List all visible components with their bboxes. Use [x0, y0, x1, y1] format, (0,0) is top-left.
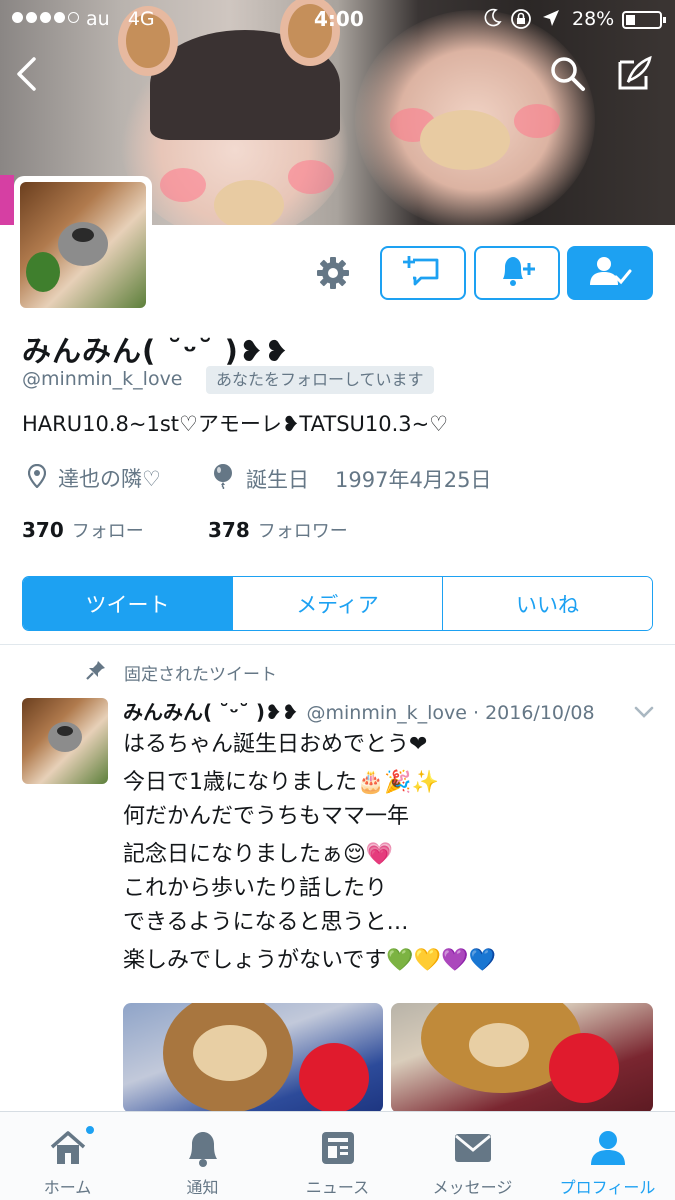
- tab-media[interactable]: メディア: [233, 577, 443, 630]
- banner-cheek-filter: [160, 168, 206, 202]
- tweet-author-handle: @minmin_k_love: [306, 702, 467, 724]
- rotation-lock-icon: [510, 8, 532, 35]
- profile-tabs: ツイート メディア いいね: [22, 576, 653, 631]
- banner-decoration: [0, 175, 14, 225]
- tweet-text: はるちゃん誕生日おめでとう❤ 今日で1歳になりました🎂🎉✨ 何だかんだでうちもマ…: [123, 728, 496, 978]
- tab-likes[interactable]: いいね: [443, 577, 652, 630]
- birthday-label: 誕生日: [246, 467, 309, 492]
- location-text: 達也の隣♡: [58, 467, 161, 491]
- search-icon: [549, 55, 587, 97]
- tweet-author-name[interactable]: みんみん( ˘ᵕ˘ )❥❥: [123, 700, 298, 724]
- notifications-toggle-button[interactable]: [474, 246, 560, 300]
- profile-handle: @minmin_k_love: [22, 368, 183, 390]
- tweet-line: 楽しみでしょうがないです💚💛💜💙: [123, 948, 496, 973]
- tab-news-label: ニュース: [305, 1178, 370, 1197]
- profile-name: みんみん( ˘ᵕ˘ )❥❥: [22, 334, 290, 368]
- banner-cheek-filter: [514, 104, 560, 138]
- tweet-menu-button[interactable]: [634, 704, 654, 723]
- location-arrow-icon: [541, 8, 561, 33]
- news-icon: [317, 1128, 359, 1168]
- pinned-tweet-label: 固定されたツイート: [86, 660, 277, 685]
- tweet-photo[interactable]: [391, 1003, 653, 1113]
- tab-home[interactable]: ホーム: [0, 1112, 135, 1200]
- tweet-line: 何だかんだでうちもママ一年: [123, 804, 410, 829]
- tweet-author-avatar[interactable]: [22, 698, 108, 784]
- tab-messages-label: メッセージ: [432, 1178, 513, 1197]
- chevron-down-icon: [634, 704, 654, 723]
- tab-home-label: ホーム: [43, 1178, 92, 1197]
- person-icon: [587, 1128, 629, 1168]
- list-add-icon: [403, 254, 443, 292]
- list-add-button[interactable]: [380, 246, 466, 300]
- new-content-badge: [84, 1124, 96, 1136]
- back-arrow-icon: [14, 56, 38, 96]
- gear-icon: [315, 255, 351, 295]
- compose-button[interactable]: [612, 54, 656, 98]
- followers-number: 378: [208, 518, 250, 542]
- carrier-label: au 4G: [86, 8, 155, 30]
- bottom-tab-bar: ホーム 通知 ニュース メッセージ プロフィール: [0, 1111, 675, 1200]
- tweet-line: これから歩いたり話したり: [123, 876, 388, 901]
- tweet-date: · 2016/10/08: [472, 702, 595, 724]
- person-check-icon: [588, 253, 632, 293]
- banner-cheek-filter: [288, 160, 334, 194]
- search-button[interactable]: [546, 54, 590, 98]
- back-button[interactable]: [4, 54, 48, 98]
- battery-percent: 28%: [572, 8, 615, 30]
- tweet-line: はるちゃん誕生日おめでとう❤: [123, 732, 428, 757]
- tab-notifications[interactable]: 通知: [135, 1112, 270, 1200]
- compose-icon: [614, 54, 654, 98]
- followers-label: フォロワー: [257, 521, 348, 542]
- settings-button[interactable]: [312, 254, 354, 296]
- tweet-line: 今日で1歳になりました🎂🎉✨: [123, 770, 440, 795]
- following-count[interactable]: 370 フォロー: [22, 517, 144, 543]
- tab-profile[interactable]: プロフィール: [540, 1112, 675, 1200]
- battery-icon: [622, 11, 666, 29]
- section-divider: [0, 644, 675, 645]
- avatar-photo: [20, 182, 146, 308]
- status-bar: au 4G 4:00 28%: [0, 0, 675, 38]
- banner-nose-filter: [214, 180, 284, 225]
- followers-count[interactable]: 378 フォロワー: [208, 517, 348, 543]
- tab-profile-label: プロフィール: [559, 1178, 656, 1197]
- bell-plus-icon: [495, 253, 539, 293]
- following-label: フォロー: [71, 521, 144, 542]
- tab-tweets[interactable]: ツイート: [23, 577, 233, 630]
- follows-you-badge: あなたをフォローしています: [206, 366, 434, 394]
- following-button[interactable]: [567, 246, 653, 300]
- following-number: 370: [22, 518, 64, 542]
- do-not-disturb-icon: [484, 8, 502, 33]
- clock: 4:00: [314, 7, 364, 31]
- location-pin-icon: [27, 463, 47, 493]
- profile-birthday: 誕生日 1997年4月25日: [212, 463, 492, 494]
- profile-location: 達也の隣♡: [27, 463, 161, 493]
- home-icon: [47, 1128, 89, 1168]
- banner-nose-filter: [420, 110, 510, 170]
- profile-bio: HARU10.8~1st♡アモーレ❥TATSU10.3~♡: [22, 412, 449, 436]
- bell-icon: [182, 1128, 224, 1168]
- tweet-photo[interactable]: [123, 1003, 383, 1113]
- signal-strength-icon: [12, 12, 79, 23]
- envelope-icon: [452, 1128, 494, 1168]
- balloon-icon: [212, 463, 234, 494]
- pinned-text: 固定されたツイート: [124, 665, 277, 685]
- tweet-line: できるようになると思うと…: [123, 910, 409, 935]
- tweet-header: みんみん( ˘ᵕ˘ )❥❥ @minmin_k_love · 2016/10/08: [123, 696, 595, 725]
- birthday-date: 1997年4月25日: [335, 467, 492, 492]
- tab-news[interactable]: ニュース: [270, 1112, 405, 1200]
- pin-icon: [86, 660, 106, 685]
- tab-messages[interactable]: メッセージ: [405, 1112, 540, 1200]
- profile-avatar[interactable]: [14, 176, 152, 314]
- tab-notifications-label: 通知: [186, 1178, 219, 1197]
- tweet-line: 記念日になりましたぁ😌💗: [123, 842, 394, 867]
